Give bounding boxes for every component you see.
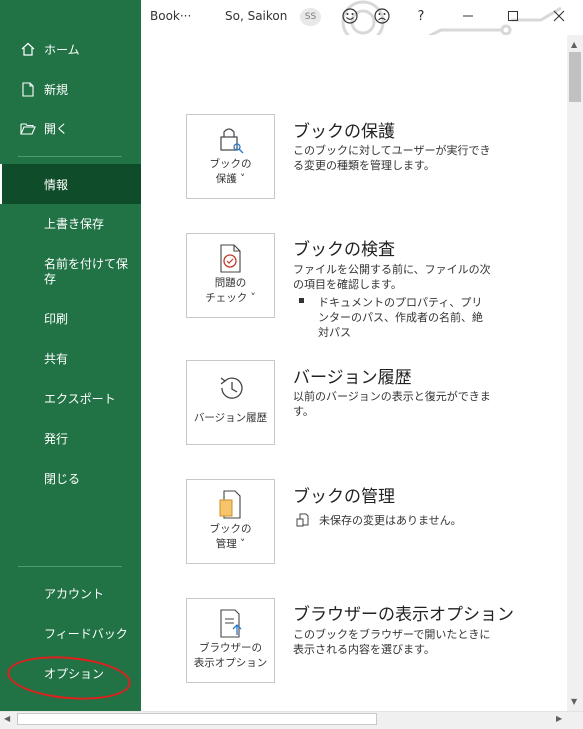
sidebar-divider [18, 156, 122, 157]
history-icon [211, 373, 251, 403]
scroll-right-icon[interactable]: ▶ [556, 714, 562, 723]
sidebar-item-share[interactable]: 共有 [0, 352, 141, 367]
button-label: ブックの [209, 523, 252, 535]
sidebar-item-label: 閉じる [44, 472, 81, 486]
sidebar-item-info[interactable]: 情報 [0, 164, 141, 204]
protect-workbook-button[interactable]: ブックの 保護 ˅ [186, 114, 275, 199]
sidebar-item-label: エクスポート [44, 392, 116, 406]
inspect-bullet: ドキュメントのプロパティ、プリンターのパス、作成者の名前、絶対パス [318, 296, 483, 339]
smile-icon[interactable] [340, 6, 360, 26]
user-name[interactable]: So, Saikon [225, 9, 287, 23]
scroll-up-icon[interactable]: ▲ [571, 40, 577, 49]
section-title: バージョン履歴 [293, 368, 412, 388]
inspect-icon [211, 244, 251, 274]
button-label: ブックの [209, 158, 252, 170]
horizontal-scroll-thumb[interactable] [17, 713, 377, 725]
sidebar-item-print[interactable]: 印刷 [0, 312, 141, 327]
manage-workbook-icon [211, 490, 251, 520]
close-icon[interactable] [549, 6, 569, 26]
button-label: ブラウザーの [199, 642, 262, 654]
scroll-down-icon[interactable]: ▼ [571, 697, 577, 706]
maximize-icon[interactable] [503, 6, 523, 26]
sidebar-item-close[interactable]: 閉じる [0, 472, 141, 487]
button-label: 保護 ˅ [215, 173, 246, 185]
sidebar-item-label: 新規 [44, 82, 69, 97]
sidebar-item-open[interactable]: 開く [0, 113, 141, 143]
sidebar-item-label: フィードバック [44, 627, 128, 641]
minimize-icon[interactable] [458, 6, 478, 26]
new-doc-icon [20, 81, 36, 97]
bullet-marker [299, 298, 304, 303]
sidebar-item-account[interactable]: アカウント [0, 587, 141, 602]
home-icon [20, 41, 36, 57]
section-description: このブックに対してユーザーが実行できる変更の種類を管理します。 [293, 144, 491, 172]
sidebar-item-feedback[interactable]: フィードバック [0, 627, 141, 642]
folder-open-icon [20, 120, 36, 136]
sidebar-item-new[interactable]: 新規 [0, 74, 141, 104]
frown-icon[interactable] [372, 6, 392, 26]
vertical-scroll-thumb[interactable] [569, 52, 581, 102]
section-description: ファイルを公開する前に、ファイルの次の項目を確認します。 [293, 263, 491, 291]
scroll-left-icon[interactable]: ◀ [4, 714, 10, 723]
sidebar-item-label: 共有 [44, 352, 69, 366]
sidebar-item-save-as[interactable]: 名前を付けて保存 [0, 257, 128, 287]
section-title: ブックの保護 [293, 122, 395, 142]
browser-options-icon [211, 609, 251, 639]
section-description: 未保存の変更はありません。 [319, 514, 462, 527]
document-title: Book··· [150, 9, 192, 23]
section-description: 以前のバージョンの表示と復元ができます。 [293, 390, 491, 418]
sidebar-item-label: 名前を付けて保存 [44, 257, 129, 286]
sidebar-item-label: 印刷 [44, 312, 69, 326]
sidebar-item-export[interactable]: エクスポート [0, 392, 141, 407]
button-label: バージョン履歴 [193, 412, 268, 424]
sidebar-item-publish[interactable]: 発行 [0, 432, 141, 447]
section-title: ブックの管理 [293, 487, 395, 507]
sidebar-item-label: アカウント [44, 587, 105, 601]
sidebar-item-label: 発行 [44, 432, 69, 446]
sidebar-item-save[interactable]: 上書き保存 [0, 217, 141, 232]
button-label: 表示オプション [193, 657, 268, 669]
section-description: このブックをブラウザーで開いたときに表示される内容を選びます。 [293, 628, 491, 656]
sidebar-item-label: 情報 [44, 177, 69, 192]
browser-view-options-button[interactable]: ブラウザーの 表示オプション [186, 598, 275, 683]
sidebar-item-home[interactable]: ホーム [0, 34, 141, 64]
check-issues-button[interactable]: 問題の チェック ˅ [186, 233, 275, 318]
help-button[interactable]: ? [411, 6, 431, 26]
sidebar-item-label: 開く [44, 121, 69, 136]
button-label: チェック ˅ [205, 292, 256, 304]
section-title: ブックの検査 [293, 240, 395, 260]
sidebar-divider [18, 566, 122, 567]
button-label: 管理 ˅ [215, 538, 246, 550]
unsaved-icon [296, 512, 310, 531]
sidebar-item-label: ホーム [44, 42, 80, 57]
section-title: ブラウザーの表示オプション [293, 605, 514, 625]
vertical-scrollbar[interactable] [567, 35, 583, 711]
button-label: 問題の [214, 277, 247, 289]
version-history-button[interactable]: バージョン履歴 [186, 360, 275, 445]
manage-workbook-button[interactable]: ブックの 管理 ˅ [186, 479, 275, 564]
sidebar-item-label: 上書き保存 [44, 217, 105, 231]
avatar[interactable]: SS [300, 8, 321, 26]
lock-icon [211, 125, 251, 155]
